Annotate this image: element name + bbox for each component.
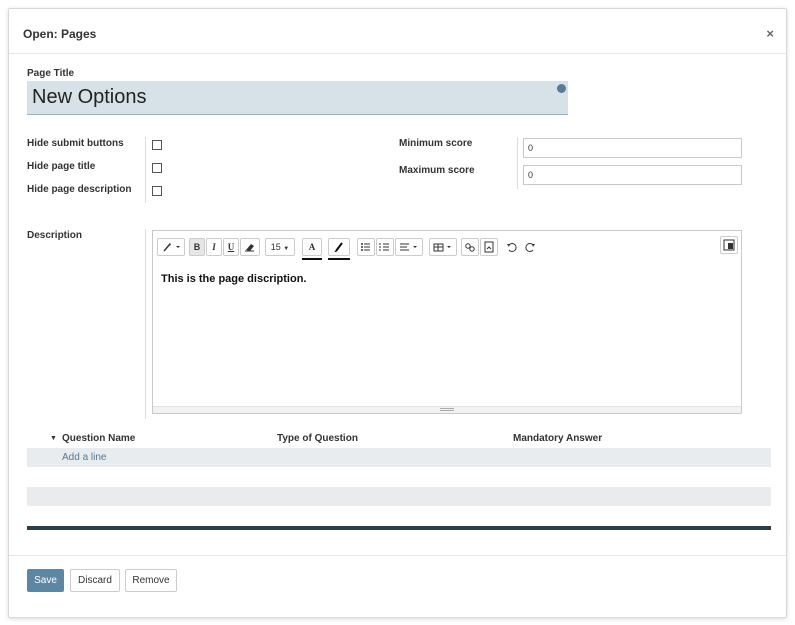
section-divider [27,526,771,530]
list-item [27,487,771,506]
bold-button[interactable]: B [189,238,205,256]
editor-resize-handle[interactable] [153,406,741,413]
link-icon[interactable] [461,238,479,256]
divider [517,137,518,189]
hide-submit-label: Hide submit buttons [27,138,124,149]
table-dropdown[interactable] [429,238,457,256]
code-view-icon[interactable] [720,236,738,254]
text-color-indicator [302,258,322,260]
numbered-list-icon[interactable] [376,238,394,256]
discard-button[interactable]: Discard [70,569,120,592]
bullet-list-icon[interactable] [357,238,375,256]
hide-submit-checkbox[interactable] [152,140,162,150]
max-score-label: Maximum score [399,165,475,176]
eraser-icon[interactable] [240,238,260,256]
hide-description-label: Hide page description [27,184,132,195]
description-label: Description [27,230,83,241]
undo-icon[interactable] [505,239,519,255]
remove-button[interactable]: Remove [125,569,177,592]
highlight-brush-icon[interactable] [328,238,350,256]
dialog-title: Open: Pages [23,27,97,41]
image-icon[interactable] [480,238,498,256]
list-item: Add a line [27,448,771,467]
style-dropdown[interactable] [157,238,185,256]
col-question-name[interactable]: Question Name [62,433,135,444]
dialog-header: Open: Pages × [9,9,786,54]
page-title-input[interactable] [27,81,568,115]
translate-globe-icon[interactable] [557,84,566,93]
grip-icon [440,408,454,411]
hide-description-checkbox[interactable] [152,186,162,196]
underline-button[interactable]: U [223,238,239,256]
redo-icon[interactable] [523,239,537,255]
italic-button[interactable]: I [206,238,222,256]
min-score-input[interactable] [523,138,742,158]
editor-content[interactable]: This is the page discription. [161,273,306,285]
font-size-value: 15 [270,242,281,252]
hide-title-label: Hide page title [27,161,96,172]
max-score-input[interactable] [523,165,742,185]
col-question-type[interactable]: Type of Question [277,433,358,444]
footer-divider [9,555,786,556]
min-score-label: Minimum score [399,138,473,149]
description-editor[interactable]: B I U 15 ▼ A This is the page discriptio… [152,230,742,414]
pages-dialog: Open: Pages × Page Title Hide submit but… [8,8,787,618]
text-color-button[interactable]: A [302,238,322,256]
sort-caret-icon[interactable]: ▼ [50,435,57,442]
page-title-label: Page Title [27,68,75,79]
col-mandatory-answer[interactable]: Mandatory Answer [513,433,602,444]
align-dropdown[interactable] [395,238,423,256]
hide-title-checkbox[interactable] [152,163,162,173]
highlight-color-indicator [328,258,350,260]
font-size-dropdown[interactable]: 15 ▼ [265,238,295,256]
caret-down-icon: ▼ [283,246,290,252]
divider [145,137,146,203]
add-line-link[interactable]: Add a line [62,452,106,463]
divider [145,229,146,419]
close-icon[interactable]: × [766,26,774,41]
save-button[interactable]: Save [27,569,64,592]
editor-toolbar: B I U 15 ▼ A [157,236,738,260]
